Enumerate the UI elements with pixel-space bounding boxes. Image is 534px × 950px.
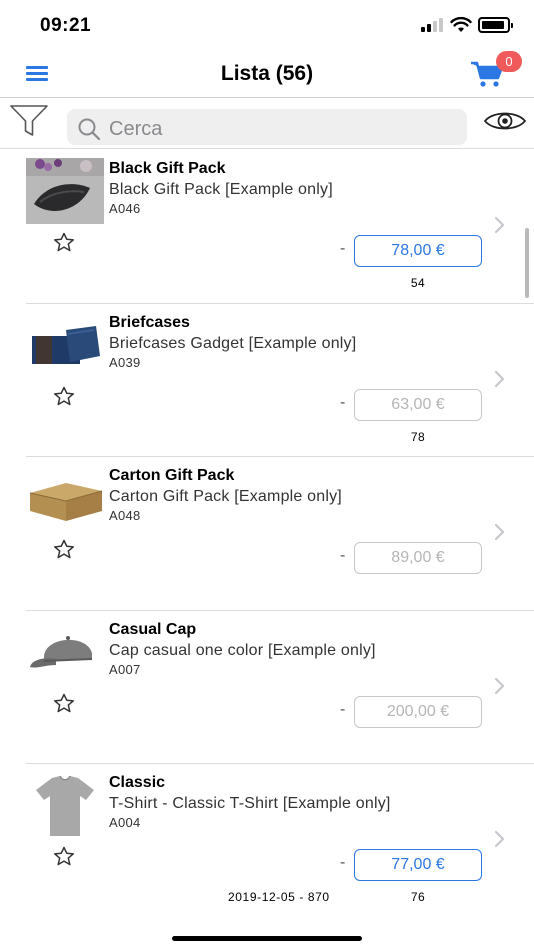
list-item[interactable]: Black Gift Pack Black Gift Pack [Example… [0,150,534,304]
price-button[interactable]: 78,00 € [354,235,482,267]
product-image-briefcases [26,311,104,378]
chevron-right-icon [494,370,505,387]
price-dash: - [340,700,346,718]
chevron-right-icon [494,830,505,848]
product-list: Black Gift Pack Black Gift Pack [Example… [0,150,534,918]
product-code: A048 [109,508,141,523]
wifi-icon [450,16,472,32]
product-name: Briefcases [109,313,190,331]
order-note: 2019-12-05 - 870 [228,890,330,904]
list-item[interactable]: Classic T-Shirt - Classic T-Shirt [Examp… [0,764,534,918]
chevron-right-icon [494,677,505,694]
chevron-right-icon [494,523,505,541]
product-name: Black Gift Pack [109,160,226,177]
quantity-value: 76 [410,890,426,904]
home-indicator[interactable] [172,936,362,941]
price-dash: - [340,854,346,871]
price-button[interactable]: 200,00 € [354,695,482,728]
list-item[interactable]: Briefcases Briefcases Gadget [Example on… [0,304,534,457]
battery-icon [478,17,513,33]
filter-icon[interactable] [10,105,48,137]
eye-icon[interactable] [483,107,527,135]
favorite-star-icon[interactable] [53,539,75,559]
product-name: Casual Cap [109,620,197,638]
product-description: T-Shirt - Classic T-Shirt [Example only] [109,795,391,812]
signal-icon [421,18,445,32]
scrollbar[interactable] [525,228,529,298]
product-image-casual-cap [26,618,104,685]
product-description: Carton Gift Pack [Example only] [109,488,342,505]
product-description: Black Gift Pack [Example only] [109,181,333,198]
search-placeholder: Cerca [109,118,163,140]
product-code: A039 [109,354,141,370]
favorite-star-icon[interactable] [53,232,75,252]
price-button[interactable]: 77,00 € [354,849,482,881]
page-title: Lista (56) [220,62,314,85]
product-name: Carton Gift Pack [109,467,235,484]
product-code: A007 [109,661,141,677]
product-image-classic-t-shirt [26,772,104,838]
price-dash: - [340,240,346,257]
product-image-carton-gift-pack [26,465,104,531]
status-bar: 09:21 [0,0,534,50]
quantity-value: 78 [410,429,426,444]
favorite-star-icon[interactable] [53,693,75,713]
product-description: Briefcases Gadget [Example only] [109,334,357,352]
quantity-value: 54 [410,276,426,290]
price-button[interactable]: 63,00 € [354,388,482,421]
chevron-right-icon [494,216,505,234]
list-item[interactable]: Carton Gift Pack Carton Gift Pack [Examp… [0,457,534,611]
navigation-bar: Lista (56) [0,50,534,98]
product-code: A046 [109,201,141,216]
product-name: Classic [109,774,166,791]
favorite-star-icon[interactable] [53,386,75,406]
price-dash: - [340,393,346,411]
list-item[interactable]: Casual Cap Cap casual one color [Example… [0,611,534,764]
divider [0,148,534,149]
price-dash: - [340,547,346,564]
product-code: A004 [109,815,141,830]
favorite-star-icon[interactable] [53,846,75,866]
search-icon [78,118,101,141]
search-input[interactable]: Cerca [67,109,467,145]
cart-count-badge[interactable]: 0 [496,51,522,72]
price-button[interactable]: 89,00 € [354,542,482,574]
status-time: 09:21 [40,15,92,36]
product-image-black-gift-pack [26,158,104,224]
product-description: Cap casual one color [Example only] [109,641,376,659]
